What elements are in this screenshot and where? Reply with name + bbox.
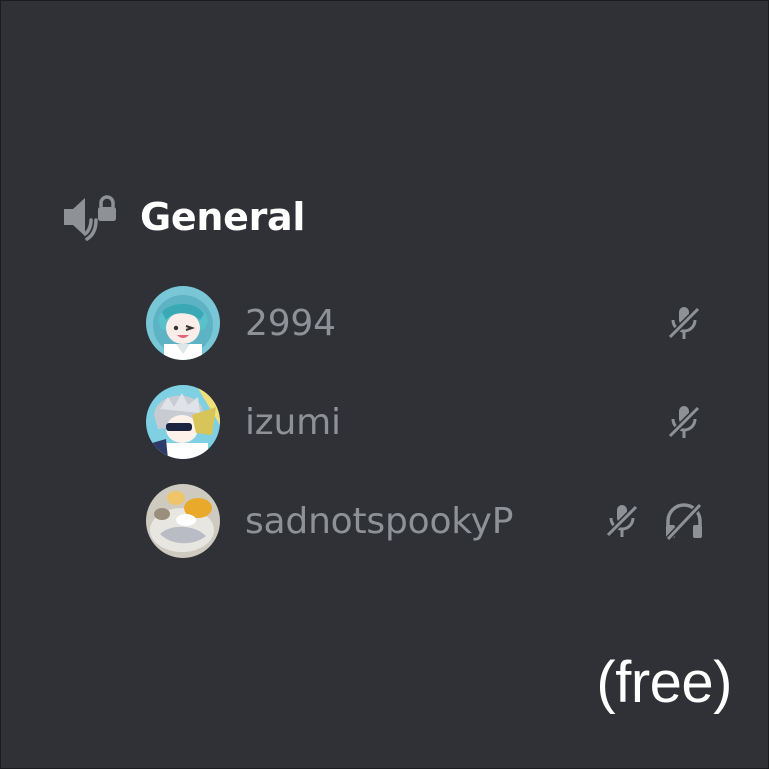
voice-member-sadnotspookyp[interactable]: sadnotspookyP — [146, 483, 706, 559]
mic-muted-icon — [600, 499, 644, 543]
avatar[interactable] — [146, 484, 220, 558]
member-name: izumi — [245, 401, 341, 443]
mic-muted-icon — [662, 400, 706, 444]
headphones-deafened-icon — [662, 499, 706, 543]
voice-member-izumi[interactable]: izumi — [146, 384, 706, 460]
voice-member-2994[interactable]: 2994 — [146, 285, 706, 361]
member-name: 2994 — [245, 302, 336, 344]
avatar[interactable] — [146, 385, 220, 459]
voice-channel-general[interactable]: General — [61, 189, 305, 245]
free-label: (free) — [596, 650, 732, 715]
member-status-icons — [662, 285, 706, 361]
member-status-icons — [600, 483, 706, 559]
mic-muted-icon — [662, 301, 706, 345]
avatar[interactable] — [146, 286, 220, 360]
member-name: sadnotspookyP — [245, 500, 514, 542]
member-status-icons — [662, 384, 706, 460]
voice-channel-panel: General 2994 izumi sadnotspookyP (free) — [0, 0, 769, 769]
channel-name: General — [140, 195, 306, 239]
locked-voice-channel-icon — [61, 189, 119, 245]
